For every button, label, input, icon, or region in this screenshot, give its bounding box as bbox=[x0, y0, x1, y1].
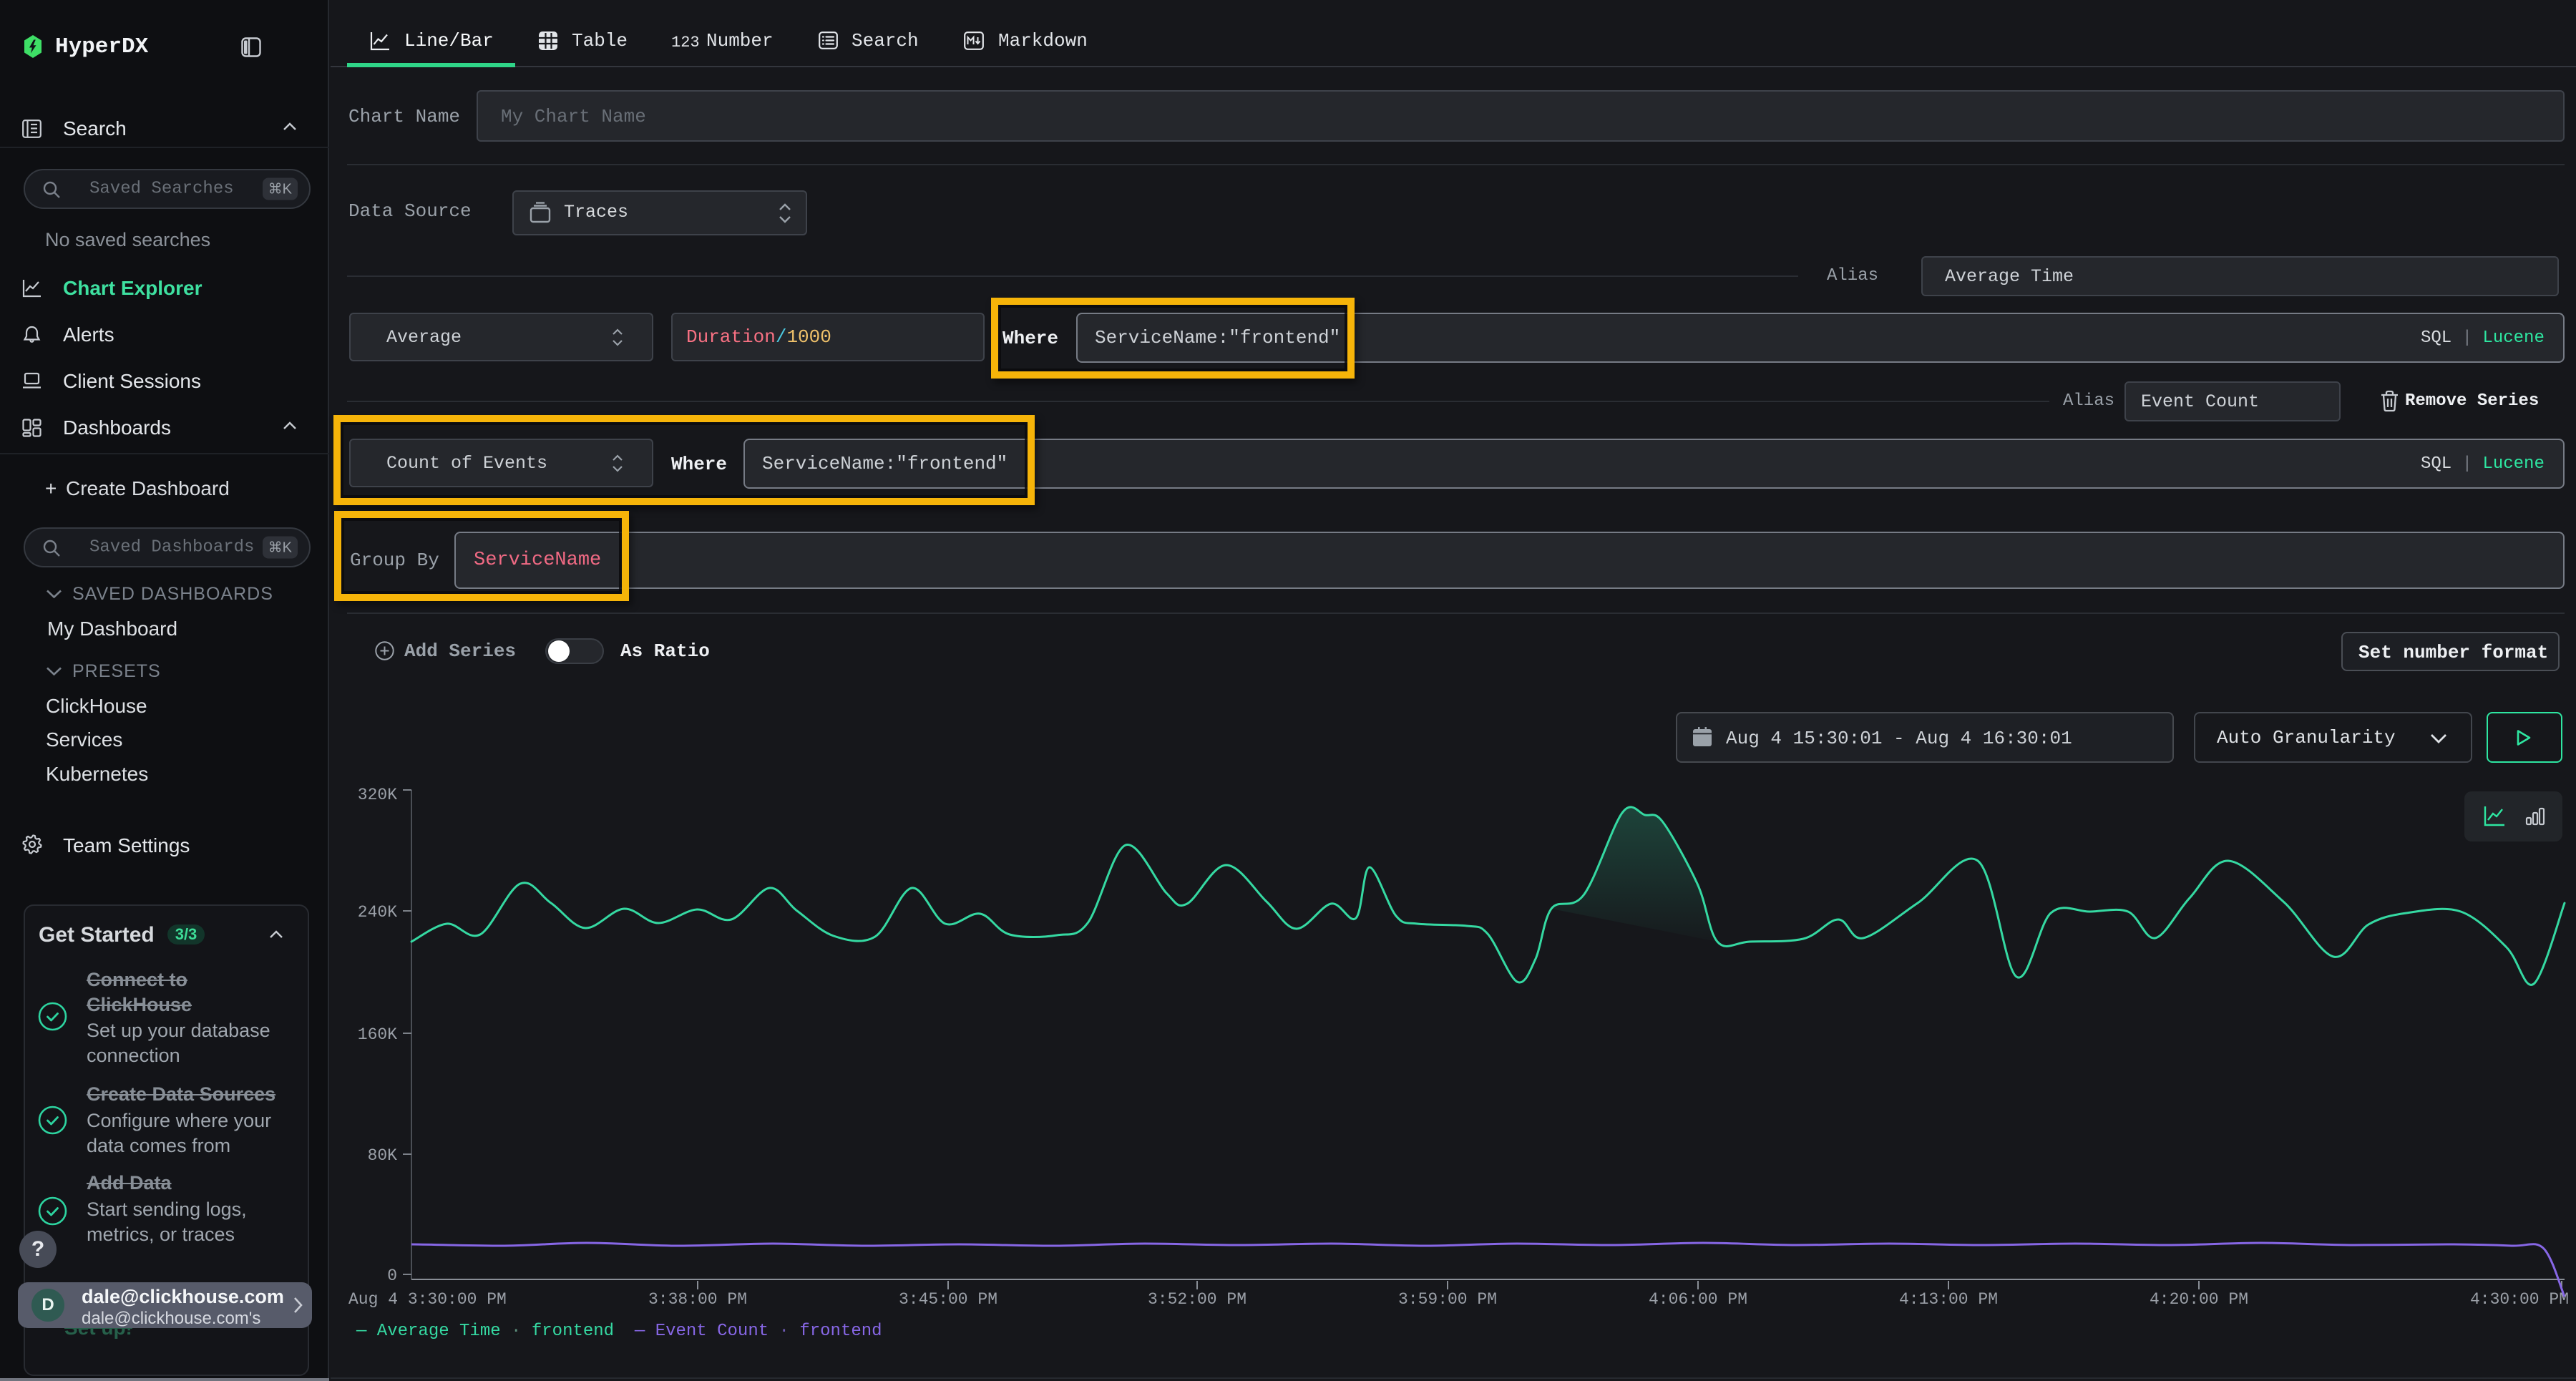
svg-text:4:13:00 PM: 4:13:00 PM bbox=[1899, 1290, 1998, 1309]
svg-text:Aug 4 3:30:00 PM: Aug 4 3:30:00 PM bbox=[348, 1290, 507, 1309]
svg-text:160K: 160K bbox=[358, 1025, 397, 1044]
svg-text:3:52:00 PM: 3:52:00 PM bbox=[1148, 1290, 1246, 1309]
svg-text:0: 0 bbox=[387, 1267, 397, 1285]
svg-text:4:30:00 PM: 4:30:00 PM bbox=[2470, 1290, 2569, 1309]
svg-text:320K: 320K bbox=[358, 786, 397, 804]
svg-text:4:20:00 PM: 4:20:00 PM bbox=[2150, 1290, 2248, 1309]
svg-text:3:59:00 PM: 3:59:00 PM bbox=[1398, 1290, 1497, 1309]
svg-text:3:45:00 PM: 3:45:00 PM bbox=[899, 1290, 997, 1309]
svg-text:80K: 80K bbox=[368, 1146, 398, 1165]
svg-text:240K: 240K bbox=[358, 903, 397, 922]
svg-text:3:38:00 PM: 3:38:00 PM bbox=[648, 1290, 747, 1309]
svg-text:4:06:00 PM: 4:06:00 PM bbox=[1649, 1290, 1747, 1309]
